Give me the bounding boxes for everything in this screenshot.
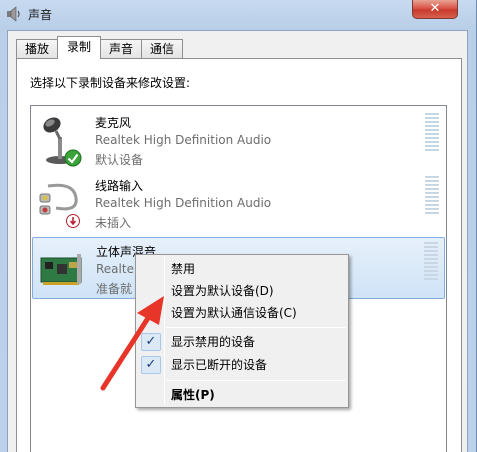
menu-item-show-disconnected[interactable]: ✓ 显示已断开的设备 [138, 354, 346, 376]
sound-card-icon [40, 254, 82, 285]
title-bar[interactable]: 声音 ✕ [0, 0, 477, 28]
menu-item-properties[interactable]: 属性(P) [138, 384, 346, 406]
device-status: 准备就 [96, 282, 133, 296]
window-title: 声音 [28, 8, 53, 22]
device-name: 线路输入 [95, 179, 144, 193]
close-icon: ✕ [429, 1, 441, 16]
level-meter [425, 113, 439, 155]
device-status: 默认设备 [95, 153, 144, 167]
menu-item-set-default-device[interactable]: 设置为默认设备(D) [138, 280, 346, 302]
menu-item-show-disabled[interactable]: ✓ 显示禁用的设备 [138, 331, 346, 353]
tab-communications[interactable]: 通信 [141, 39, 184, 59]
context-menu: 禁用 设置为默认设备(D) 设置为默认通信设备(C) ✓ 显示禁用的设备 ✓ 显… [135, 254, 349, 408]
device-driver: Realtek High Definition Audio [95, 133, 272, 147]
device-item-microphone[interactable]: 麦克风 Realtek High Definition Audio 默认设备 [32, 109, 445, 171]
device-status: 未插入 [95, 216, 132, 230]
menu-item-disable[interactable]: 禁用 [138, 258, 346, 280]
check-icon: ✓ [141, 333, 161, 351]
tab-sounds[interactable]: 声音 [100, 39, 143, 59]
device-name: 麦克风 [95, 116, 132, 130]
menu-item-label: 显示禁用的设备 [171, 335, 256, 349]
check-icon: ✓ [141, 356, 161, 374]
device-item-line-in[interactable]: 线路输入 Realtek High Definition Audio 未插入 [32, 172, 445, 234]
menu-separator [166, 327, 346, 328]
device-driver: Realtek High Definition Audio [95, 196, 272, 210]
level-meter [424, 242, 438, 284]
close-button[interactable]: ✕ [412, 0, 458, 19]
default-check-icon [64, 149, 82, 167]
speaker-icon [7, 6, 20, 22]
tab-strip: 播放 录制 声音 通信 [16, 36, 184, 59]
menu-item-set-default-comm-device[interactable]: 设置为默认通信设备(C) [138, 302, 346, 324]
level-meter [425, 176, 439, 218]
menu-item-label: 显示已断开的设备 [171, 358, 268, 372]
tab-recording[interactable]: 录制 [57, 36, 102, 59]
instruction-text: 选择以下录制设备来修改设置: [30, 76, 191, 90]
menu-separator [166, 380, 346, 381]
unplugged-icon [66, 214, 80, 228]
tab-playback[interactable]: 播放 [16, 39, 59, 59]
